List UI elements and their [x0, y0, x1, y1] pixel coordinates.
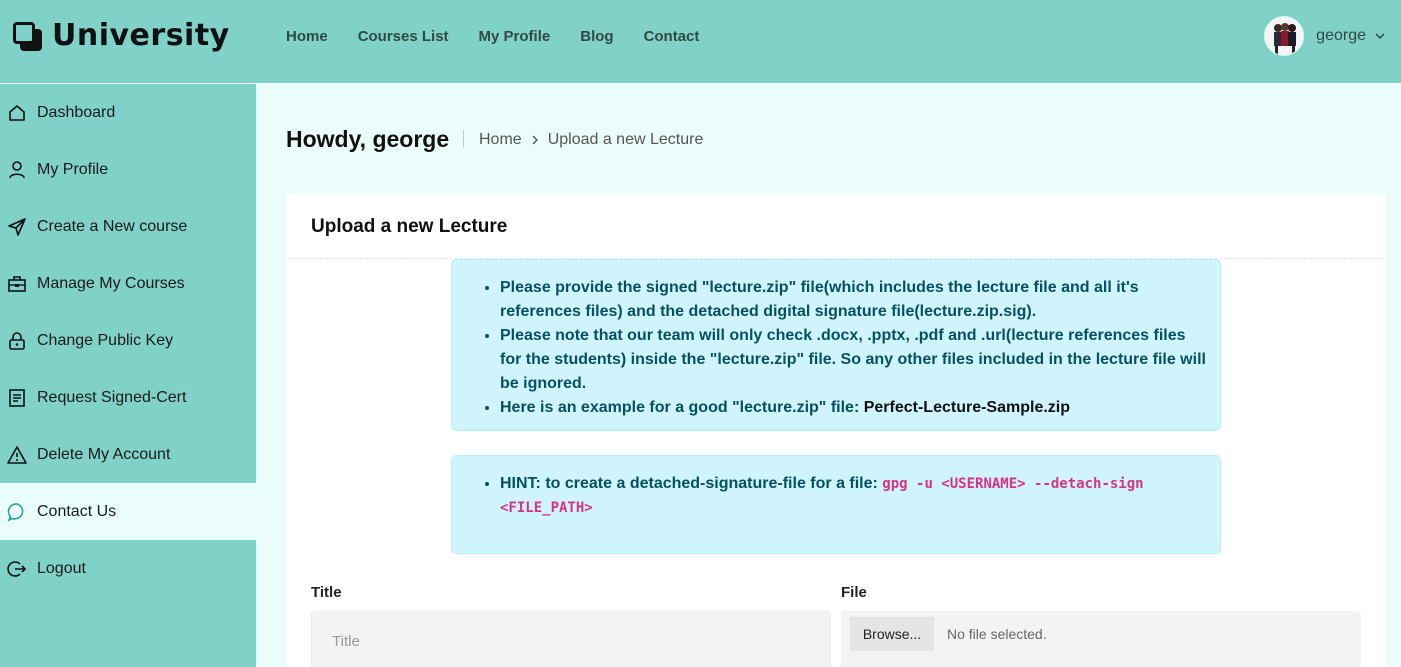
file-label: File — [841, 584, 867, 601]
document-icon — [7, 388, 27, 408]
user-icon — [7, 160, 27, 180]
breadcrumb-current: Upload a new Lecture — [547, 131, 704, 148]
breadcrumb-divider — [463, 130, 464, 148]
sidebar-item-label: Logout — [37, 559, 86, 577]
sidebar-item-manage-courses[interactable]: Manage My Courses — [0, 255, 256, 312]
card-title: Upload a new Lecture — [311, 216, 508, 237]
top-header: University Home Courses List My Profile … — [0, 0, 1401, 83]
info-item-file-types: Please note that our team will only chec… — [500, 324, 1206, 396]
breadcrumb: Home Upload a new Lecture — [479, 131, 703, 149]
user-menu[interactable]: george — [1264, 16, 1386, 56]
warning-icon — [7, 445, 27, 465]
title-input[interactable] — [311, 611, 831, 667]
hint-text: HINT: to create a detached-signature-fil… — [500, 475, 883, 492]
send-icon — [7, 217, 27, 237]
info-item-example: Here is an example for a good "lecture.z… — [500, 396, 1206, 420]
file-input[interactable]: Browse... No file selected. — [841, 611, 1361, 667]
sidebar-item-label: Manage My Courses — [37, 274, 185, 292]
sidebar: Dashboard My Profile Create a New course… — [0, 84, 256, 667]
info-item-signed-file: Please provide the signed "lecture.zip" … — [500, 276, 1206, 324]
nav-home[interactable]: Home — [286, 28, 328, 46]
sidebar-item-delete-account[interactable]: Delete My Account — [0, 426, 256, 483]
sidebar-item-label: Change Public Key — [37, 331, 174, 349]
lock-icon — [7, 331, 27, 351]
breadcrumb-home[interactable]: Home — [479, 131, 522, 149]
nav-contact[interactable]: Contact — [644, 28, 700, 46]
page-title: Howdy, george — [286, 126, 450, 152]
hint-item: HINT: to create a detached-signature-fil… — [500, 472, 1206, 520]
hint-alert: HINT: to create a detached-signature-fil… — [451, 455, 1221, 554]
file-status: No file selected. — [947, 626, 1047, 642]
sample-zip-link[interactable]: Perfect-Lecture-Sample.zip — [864, 399, 1070, 416]
logo-icon — [12, 20, 44, 52]
chevron-right-icon — [532, 135, 538, 145]
sidebar-item-logout[interactable]: Logout — [0, 540, 256, 597]
nav-my-profile[interactable]: My Profile — [479, 28, 551, 46]
nav-courses-list[interactable]: Courses List — [358, 28, 449, 46]
upload-lecture-card: Upload a new Lecture Please provide the … — [286, 194, 1386, 667]
sidebar-item-label: Request Signed-Cert — [37, 388, 187, 406]
info-alert: Please provide the signed "lecture.zip" … — [451, 259, 1221, 431]
top-nav: Home Courses List My Profile Blog Contac… — [286, 28, 729, 46]
sidebar-item-contact-us[interactable]: Contact Us — [0, 483, 256, 540]
briefcase-icon — [7, 274, 27, 294]
sidebar-item-my-profile[interactable]: My Profile — [0, 141, 256, 198]
title-label: Title — [311, 584, 342, 601]
sidebar-item-label: Dashboard — [37, 103, 116, 121]
user-name: george — [1316, 27, 1366, 44]
nav-blog[interactable]: Blog — [580, 28, 613, 46]
brand-name: University — [52, 18, 230, 53]
sidebar-item-label: My Profile — [37, 160, 109, 178]
sidebar-item-label: Delete My Account — [37, 445, 171, 463]
sidebar-item-label: Create a New course — [37, 217, 188, 235]
sidebar-item-create-course[interactable]: Create a New course — [0, 198, 256, 255]
chat-icon — [7, 502, 27, 522]
chevron-down-icon[interactable] — [1374, 30, 1386, 42]
browse-button[interactable]: Browse... — [850, 617, 934, 651]
sidebar-item-change-public-key[interactable]: Change Public Key — [0, 312, 256, 369]
logout-icon — [7, 559, 27, 579]
info-example-text: Here is an example for a good "lecture.z… — [500, 399, 864, 416]
home-icon — [7, 103, 27, 123]
sidebar-item-request-signed-cert[interactable]: Request Signed-Cert — [0, 369, 256, 426]
brand-logo[interactable]: University — [12, 18, 230, 53]
sidebar-item-label: Contact Us — [37, 502, 117, 520]
sidebar-item-dashboard[interactable]: Dashboard — [0, 84, 256, 141]
avatar[interactable] — [1264, 16, 1305, 56]
